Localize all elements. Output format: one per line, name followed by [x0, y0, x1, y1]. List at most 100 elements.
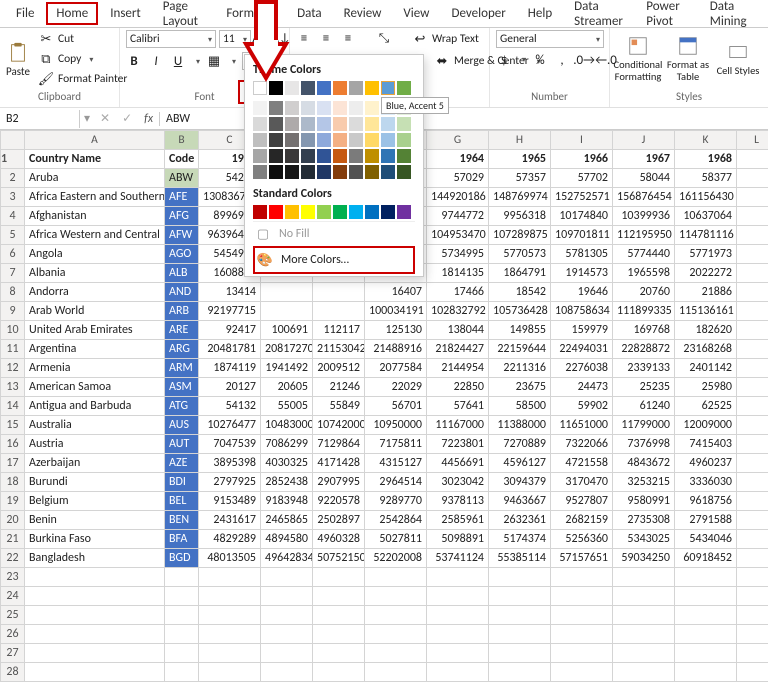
cell[interactable]: 2465865: [261, 511, 313, 530]
theme-color-swatch[interactable]: [317, 81, 331, 95]
cell[interactable]: 21886: [675, 283, 737, 302]
row-header[interactable]: 12: [1, 359, 25, 378]
fx-icon[interactable]: fx: [138, 112, 160, 126]
cell[interactable]: 2907995: [313, 473, 365, 492]
cell[interactable]: [427, 606, 489, 625]
theme-shade-swatch[interactable]: [365, 117, 379, 131]
cell[interactable]: 59902: [551, 397, 613, 416]
cell[interactable]: 5098891: [427, 530, 489, 549]
column-header[interactable]: G: [427, 131, 489, 150]
cell[interactable]: 10174840: [551, 207, 613, 226]
cell[interactable]: 23675: [489, 378, 551, 397]
cell[interactable]: 55385114: [489, 549, 551, 568]
cell[interactable]: American Samoa: [25, 378, 165, 397]
cell[interactable]: 156876454: [613, 188, 675, 207]
cell[interactable]: [261, 302, 313, 321]
cell[interactable]: [737, 226, 768, 245]
cell[interactable]: 9378113: [427, 492, 489, 511]
theme-shade-swatch[interactable]: [285, 133, 299, 147]
cell[interactable]: 5771973: [675, 245, 737, 264]
theme-color-swatch[interactable]: [349, 81, 363, 95]
cell[interactable]: 1968: [675, 150, 737, 169]
copy-button[interactable]: ⧉Copy: [36, 50, 129, 68]
cell[interactable]: 1914573: [551, 264, 613, 283]
cell[interactable]: Argentina: [25, 340, 165, 359]
cell[interactable]: 21488916: [365, 340, 427, 359]
cell[interactable]: [551, 587, 613, 606]
cell[interactable]: 62525: [675, 397, 737, 416]
cell[interactable]: [489, 606, 551, 625]
row-header[interactable]: 9: [1, 302, 25, 321]
theme-shade-swatch[interactable]: [269, 149, 283, 163]
cell[interactable]: 11167000: [427, 416, 489, 435]
enter-icon[interactable]: ✓: [116, 111, 138, 126]
cell[interactable]: 1874119: [199, 359, 261, 378]
cell[interactable]: 7270889: [489, 435, 551, 454]
cell[interactable]: AUT: [165, 435, 199, 454]
cell[interactable]: 4843672: [613, 454, 675, 473]
cell[interactable]: [613, 625, 675, 644]
cell[interactable]: 11799000: [613, 416, 675, 435]
tab-formulas[interactable]: Formulas: [216, 2, 285, 25]
cell[interactable]: 57702: [551, 169, 613, 188]
cell[interactable]: ARG: [165, 340, 199, 359]
cell[interactable]: 9527807: [551, 492, 613, 511]
cell[interactable]: [365, 644, 427, 663]
cell[interactable]: [165, 568, 199, 587]
font-name-combo[interactable]: Calibri: [126, 30, 216, 48]
cell[interactable]: [551, 606, 613, 625]
cell[interactable]: 49642834: [261, 549, 313, 568]
cell[interactable]: 92417: [199, 321, 261, 340]
cell[interactable]: 2077584: [365, 359, 427, 378]
theme-color-swatch[interactable]: [333, 81, 347, 95]
theme-shade-swatch[interactable]: [381, 133, 395, 147]
number-format-combo[interactable]: General: [496, 30, 604, 48]
cell[interactable]: ASM: [165, 378, 199, 397]
cell[interactable]: 5770573: [489, 245, 551, 264]
cell[interactable]: 4171428: [313, 454, 365, 473]
cell[interactable]: [261, 644, 313, 663]
cell[interactable]: 20760: [613, 283, 675, 302]
row-header[interactable]: 25: [1, 606, 25, 625]
cell[interactable]: AND: [165, 283, 199, 302]
tab-help[interactable]: Help: [518, 2, 562, 25]
cell[interactable]: 5343025: [613, 530, 675, 549]
cell[interactable]: 56701: [365, 397, 427, 416]
cell[interactable]: 3253215: [613, 473, 675, 492]
cell[interactable]: 54132: [199, 397, 261, 416]
cell[interactable]: 9463667: [489, 492, 551, 511]
cell[interactable]: [613, 663, 675, 682]
theme-shade-swatch[interactable]: [365, 101, 379, 115]
cell[interactable]: [261, 283, 313, 302]
row-header[interactable]: 19: [1, 492, 25, 511]
cell[interactable]: 7086299: [261, 435, 313, 454]
font-size-combo[interactable]: 11: [219, 30, 251, 48]
cell[interactable]: Andorra: [25, 283, 165, 302]
cell[interactable]: 2022272: [675, 264, 737, 283]
cell[interactable]: [737, 188, 768, 207]
cell[interactable]: Austria: [25, 435, 165, 454]
cell[interactable]: 5434046: [675, 530, 737, 549]
cell[interactable]: 22494031: [551, 340, 613, 359]
cell[interactable]: [261, 663, 313, 682]
cell[interactable]: 4960328: [313, 530, 365, 549]
format-as-table-button[interactable]: Format as Table: [666, 35, 710, 82]
tab-home[interactable]: Home: [46, 2, 98, 25]
italic-button[interactable]: I: [148, 53, 164, 69]
theme-shade-swatch[interactable]: [285, 149, 299, 163]
cell[interactable]: 2964514: [365, 473, 427, 492]
cell[interactable]: [25, 644, 165, 663]
theme-color-swatch[interactable]: [285, 81, 299, 95]
cell[interactable]: 2211316: [489, 359, 551, 378]
cell[interactable]: 111899335: [613, 302, 675, 321]
theme-shade-swatch[interactable]: [301, 149, 315, 163]
theme-shade-swatch[interactable]: [285, 101, 299, 115]
cell[interactable]: 58500: [489, 397, 551, 416]
cell[interactable]: ARB: [165, 302, 199, 321]
row-header[interactable]: 28: [1, 663, 25, 682]
cell[interactable]: 100691: [261, 321, 313, 340]
theme-shade-swatch[interactable]: [381, 117, 395, 131]
cell[interactable]: [313, 302, 365, 321]
cell[interactable]: 7322066: [551, 435, 613, 454]
name-box-dropdown[interactable]: ▾: [80, 111, 94, 126]
